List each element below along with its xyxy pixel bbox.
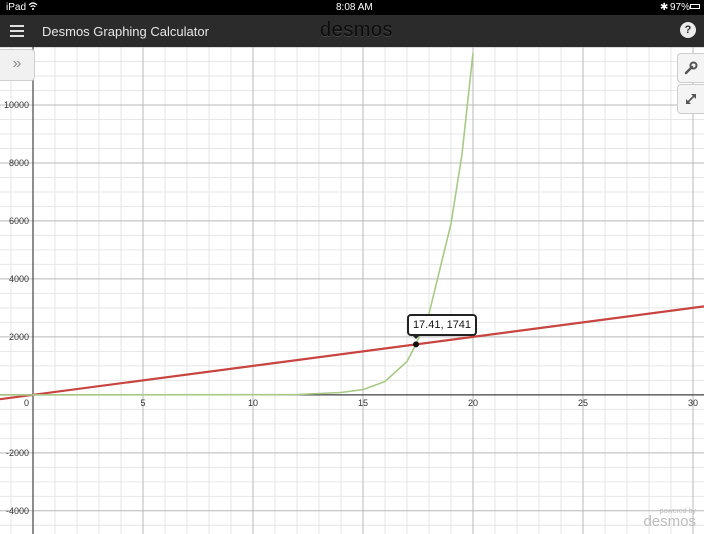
point-coordinate-tooltip: 17.41, 1741	[407, 314, 477, 336]
major-grid	[0, 47, 704, 534]
app-header: Desmos Graphing Calculator desmos ?	[0, 15, 704, 47]
watermark-brand: desmos	[643, 513, 696, 530]
x-tick-label: 20	[468, 398, 478, 408]
linear-series-line	[0, 305, 704, 401]
y-tick-label: 6000	[9, 216, 29, 226]
desmos-logo: desmos	[320, 19, 394, 41]
tooltip-pointer	[411, 334, 421, 339]
origin-label: 0	[24, 398, 29, 408]
graph-canvas[interactable]: 5 10 15 20 25 30 -4000 -2000 2000 4000 6000 8000 100…	[0, 47, 704, 534]
bluetooth-icon: ✱	[660, 2, 669, 13]
x-tick-label: 10	[248, 398, 258, 408]
help-button[interactable]: ?	[680, 22, 696, 38]
x-tick-label: 25	[578, 398, 588, 408]
menu-button[interactable]	[10, 23, 24, 39]
point-layer	[413, 341, 420, 348]
minor-grid	[0, 47, 704, 534]
graph-settings-button[interactable]	[677, 53, 704, 83]
exponential-series-curve	[0, 52, 474, 396]
x-tick-label: 30	[688, 398, 698, 408]
status-bar: iPad 8:08 AM ✱ 97%	[0, 0, 704, 15]
app-title: Desmos Graphing Calculator	[42, 24, 209, 39]
powered-by-desmos-watermark: powered by desmos	[643, 508, 696, 530]
wrench-icon	[684, 61, 698, 75]
device-name: iPad	[6, 2, 27, 13]
y-tick-label: 8000	[9, 158, 29, 168]
x-tick-label: 15	[358, 398, 368, 408]
hamburger-icon	[10, 25, 24, 27]
intersection-point	[413, 341, 420, 348]
y-tick-label: -2000	[6, 448, 29, 458]
zoom-fit-button[interactable]	[677, 84, 704, 114]
battery-percent: 97%	[670, 2, 691, 13]
x-tick-label: 5	[140, 398, 145, 408]
y-tick-label: 2000	[9, 332, 29, 342]
axes	[0, 47, 704, 534]
expand-expression-list-button[interactable]: »	[0, 49, 35, 81]
y-tick-label: 10000	[4, 100, 29, 110]
battery-icon	[690, 4, 700, 9]
wifi-icon	[28, 2, 38, 14]
y-tick-label: 4000	[9, 274, 29, 284]
clock: 8:08 AM	[336, 2, 373, 13]
y-tick-label: -4000	[6, 506, 29, 516]
diagonal-arrows-icon	[686, 94, 696, 104]
